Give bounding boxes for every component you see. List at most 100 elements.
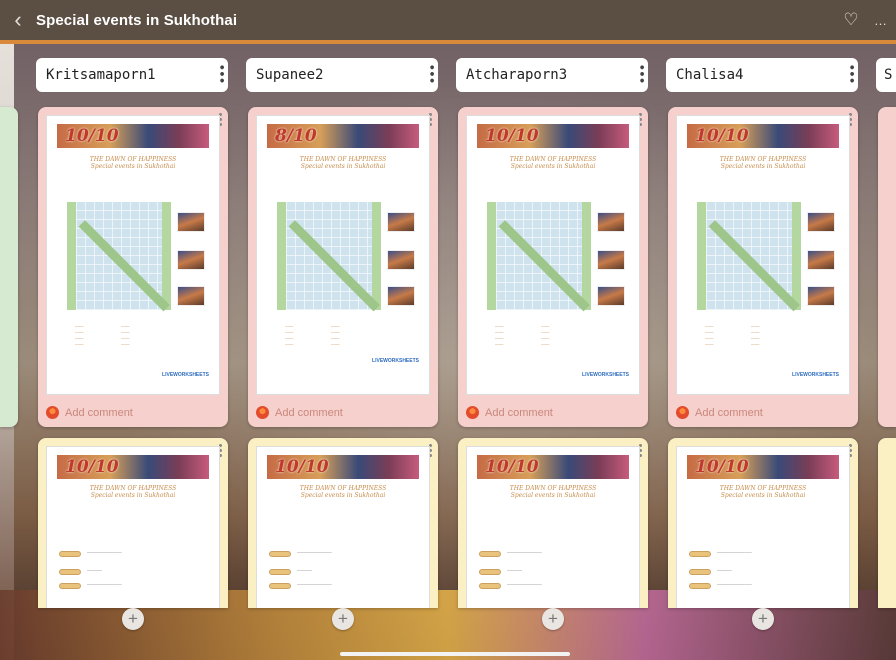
worksheet-banner: 10/10 (687, 455, 839, 479)
worksheet-image[interactable]: 10/10 THE DAWN OF HAPPINESS Special even… (676, 446, 850, 608)
matching-row: ────────────── (479, 583, 629, 589)
worksheet-title: THE DAWN OF HAPPINESS (299, 485, 387, 492)
post-card[interactable]: 8/10 THE DAWN OF HAPPINESS Special event… (248, 107, 438, 427)
column-header-3[interactable]: Atcharaporn3 ••• (456, 58, 648, 92)
avatar-icon (46, 406, 59, 419)
matching-row: ────────────── (689, 583, 839, 589)
chevron-left-icon[interactable]: ‹ (0, 7, 36, 33)
photo-thumbnail (177, 286, 205, 306)
worksheet-title: THE DAWN OF HAPPINESS (509, 485, 597, 492)
post-card-partial[interactable] (0, 107, 18, 427)
worksheet-title: THE DAWN OF HAPPINESS (89, 156, 177, 163)
column-title: Supanee2 (256, 67, 324, 83)
post-card[interactable]: 10/10 THE DAWN OF HAPPINESS Special even… (458, 438, 648, 608)
worksheet-banner: 10/10 (687, 124, 839, 148)
photo-thumbnail (177, 212, 205, 232)
add-comment-button[interactable]: Add comment (256, 406, 343, 419)
worksheet-image[interactable]: 10/10 THE DAWN OF HAPPINESS Special even… (46, 115, 220, 395)
worksheet-image[interactable]: 10/10 THE DAWN OF HAPPINESS Special even… (256, 446, 430, 608)
worksheet-image[interactable]: 10/10 THE DAWN OF HAPPINESS Special even… (466, 115, 640, 395)
liveworksheets-logo: LIVEWORKSHEETS (372, 358, 419, 364)
word-search-grid (277, 202, 381, 312)
word-list: ─── ─── ─── ─── ─── ─── ─── ─── (285, 324, 340, 347)
post-card[interactable]: 10/10 THE DAWN OF HAPPINESS Special even… (668, 438, 858, 608)
score-label: 10/10 (65, 457, 119, 477)
more-icon[interactable]: … (866, 13, 896, 28)
word-list: ─── ─── ─── ─── ─── ─── ─── ─── (705, 324, 760, 347)
matching-row: ────────────── (59, 551, 209, 557)
matching-row: ────────────── (479, 551, 629, 557)
column-title: S (884, 67, 893, 83)
photo-thumbnail (597, 212, 625, 232)
photo-thumbnail (807, 286, 835, 306)
matching-row: ────────────── (689, 551, 839, 557)
column-menu-icon[interactable]: ••• (425, 64, 438, 84)
worksheet-subtitle: Special events in Sukhothai (90, 163, 176, 170)
matching-row: ────── (59, 569, 209, 575)
post-card[interactable]: 10/10 THE DAWN OF HAPPINESS Special even… (458, 107, 648, 427)
add-post-button[interactable]: + (542, 608, 564, 630)
post-card[interactable]: 10/10 THE DAWN OF HAPPINESS Special even… (38, 438, 228, 608)
photo-thumbnail (387, 286, 415, 306)
worksheet-banner: 10/10 (267, 455, 419, 479)
matching-row: ────────────── (59, 583, 209, 589)
add-comment-button[interactable]: Add comment (46, 406, 133, 419)
photo-thumbnail (387, 212, 415, 232)
avatar-icon (676, 406, 689, 419)
worksheet-subtitle: Special events in Sukhothai (300, 163, 386, 170)
worksheet-subtitle: Special events in Sukhothai (300, 492, 386, 499)
post-card-partial[interactable] (878, 107, 896, 427)
matching-row: ────────────── (269, 551, 419, 557)
photo-thumbnail (177, 250, 205, 270)
worksheet-image[interactable]: 10/10 THE DAWN OF HAPPINESS Special even… (466, 446, 640, 608)
worksheet-banner: 10/10 (477, 455, 629, 479)
word-search-grid (697, 202, 801, 312)
board-title: Special events in Sukhothai (36, 11, 238, 29)
add-comment-label: Add comment (275, 406, 343, 419)
post-card[interactable]: 10/10 THE DAWN OF HAPPINESS Special even… (38, 107, 228, 427)
column-title: Chalisa4 (676, 67, 744, 83)
score-label: 10/10 (485, 457, 539, 477)
worksheet-banner: 10/10 (57, 124, 209, 148)
column-header-5[interactable]: S (876, 58, 896, 92)
column-menu-icon[interactable]: ••• (635, 64, 648, 84)
worksheet-image[interactable]: 10/10 THE DAWN OF HAPPINESS Special even… (46, 446, 220, 608)
liveworksheets-logo: LIVEWORKSHEETS (792, 372, 839, 378)
add-post-button[interactable]: + (332, 608, 354, 630)
add-comment-label: Add comment (65, 406, 133, 419)
add-comment-label: Add comment (485, 406, 553, 419)
matching-row: ────── (479, 569, 629, 575)
matching-row: ────── (689, 569, 839, 575)
column-menu-icon[interactable]: ••• (215, 64, 228, 84)
worksheet-image[interactable]: 10/10 THE DAWN OF HAPPINESS Special even… (676, 115, 850, 395)
worksheet-subtitle: Special events in Sukhothai (90, 492, 176, 499)
worksheet-title: THE DAWN OF HAPPINESS (299, 156, 387, 163)
add-comment-button[interactable]: Add comment (466, 406, 553, 419)
post-card[interactable]: 10/10 THE DAWN OF HAPPINESS Special even… (248, 438, 438, 608)
worksheet-image[interactable]: 8/10 THE DAWN OF HAPPINESS Special event… (256, 115, 430, 395)
post-card-partial[interactable] (878, 438, 896, 608)
add-post-button[interactable]: + (752, 608, 774, 630)
add-post-button[interactable]: + (122, 608, 144, 630)
photo-thumbnail (387, 250, 415, 270)
worksheet-title: THE DAWN OF HAPPINESS (89, 485, 177, 492)
column-header-4[interactable]: Chalisa4 ••• (666, 58, 858, 92)
avatar-icon (466, 406, 479, 419)
heart-icon[interactable]: ♡ (836, 10, 866, 30)
photo-thumbnail (597, 250, 625, 270)
score-label: 10/10 (65, 126, 119, 146)
worksheet-title: THE DAWN OF HAPPINESS (509, 156, 597, 163)
matching-row: ────────────── (269, 583, 419, 589)
score-label: 10/10 (695, 126, 749, 146)
post-card[interactable]: 10/10 THE DAWN OF HAPPINESS Special even… (668, 107, 858, 427)
matching-row: ────── (269, 569, 419, 575)
worksheet-subtitle: Special events in Sukhothai (510, 492, 596, 499)
liveworksheets-logo: LIVEWORKSHEETS (162, 372, 209, 378)
worksheet-subtitle: Special events in Sukhothai (720, 163, 806, 170)
add-comment-button[interactable]: Add comment (676, 406, 763, 419)
column-header-1[interactable]: Kritsamaporn1 ••• (36, 58, 228, 92)
word-list: ─── ─── ─── ─── ─── ─── ─── ─── (495, 324, 550, 347)
column-header-2[interactable]: Supanee2 ••• (246, 58, 438, 92)
column-menu-icon[interactable]: ••• (845, 64, 858, 84)
word-list: ─── ─── ─── ─── ─── ─── ─── ─── (75, 324, 130, 347)
